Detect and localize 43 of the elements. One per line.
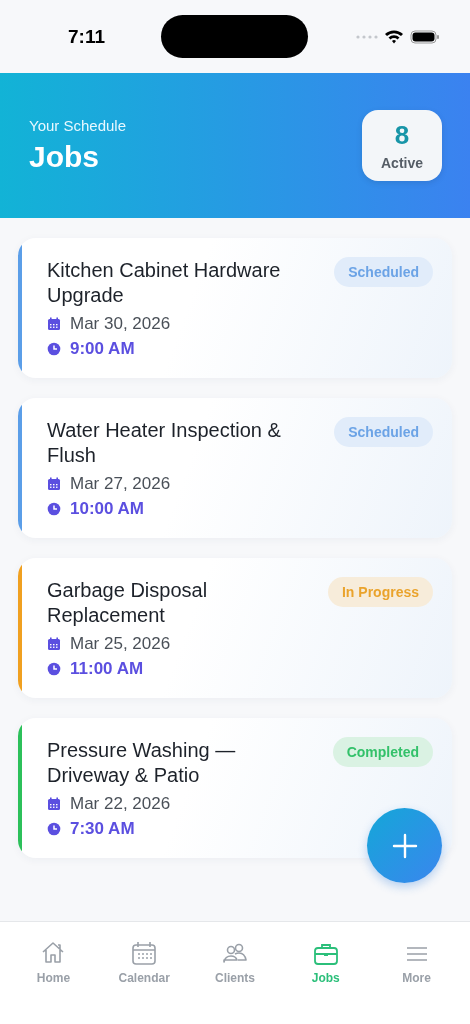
status-badge: Completed xyxy=(332,737,433,767)
tab-item[interactable]: More xyxy=(376,922,457,985)
clock-icon xyxy=(47,341,61,356)
plus-icon xyxy=(391,832,418,859)
calendar-icon xyxy=(47,476,61,491)
status-time: 7:11 xyxy=(68,25,106,48)
active-count: 8 xyxy=(394,120,410,151)
clock-icon xyxy=(47,661,61,676)
job-time: 11:00 AM xyxy=(70,658,144,679)
battery-icon xyxy=(410,29,440,44)
job-time: 7:30 AM xyxy=(70,818,135,839)
job-date: Mar 27, 2026 xyxy=(70,473,171,494)
job-title: Kitchen Cabinet Hardware Upgrade xyxy=(47,258,282,308)
wifi-icon xyxy=(384,29,404,44)
tab-item[interactable]: Home xyxy=(13,922,94,985)
status-badge: Scheduled xyxy=(334,257,433,287)
active-label: Active xyxy=(381,155,423,171)
calendar-icon xyxy=(130,940,159,966)
calendar-icon xyxy=(47,636,61,651)
clock-icon xyxy=(47,501,61,516)
job-title: Water Heater Inspection & Flush xyxy=(47,418,282,468)
calendar-icon xyxy=(47,796,61,811)
job-title: Pressure Washing — Driveway & Patio xyxy=(47,738,237,788)
page-title: Jobs xyxy=(29,140,101,174)
signal-icon xyxy=(356,34,378,39)
clock-icon xyxy=(47,821,61,836)
calendar-icon xyxy=(47,316,61,331)
job-time: 10:00 AM xyxy=(70,498,144,519)
job-date: Mar 30, 2026 xyxy=(70,313,171,334)
header-subtitle: Your Schedule xyxy=(29,117,127,134)
status-badge: In Progress xyxy=(327,577,433,607)
job-card[interactable]: Garbage Disposal Replacement Mar 25, 2026 11:00 AM In Progress xyxy=(18,558,452,698)
job-time: 9:00 AM xyxy=(70,338,135,359)
job-card[interactable]: Kitchen Cabinet Hardware Upgrade Mar 30, 2026 9:00 AM Scheduled xyxy=(18,238,452,378)
tab-item[interactable]: Clients xyxy=(195,922,275,985)
job-date: Mar 25, 2026 xyxy=(70,633,171,654)
job-date: Mar 22, 2026 xyxy=(70,793,171,814)
tab-item[interactable]: Jobs xyxy=(285,922,366,985)
status-badge: Scheduled xyxy=(334,417,433,447)
job-card[interactable]: Pressure Washing — Driveway & Patio Mar 22, 2026 7:30 AM Completed xyxy=(18,718,452,858)
job-title: Garbage Disposal Replacement xyxy=(47,578,209,628)
tab-item[interactable]: Calendar xyxy=(104,922,185,985)
job-card[interactable]: Water Heater Inspection & Flush Mar 27, 2026 10:00 AM Scheduled xyxy=(18,398,452,538)
